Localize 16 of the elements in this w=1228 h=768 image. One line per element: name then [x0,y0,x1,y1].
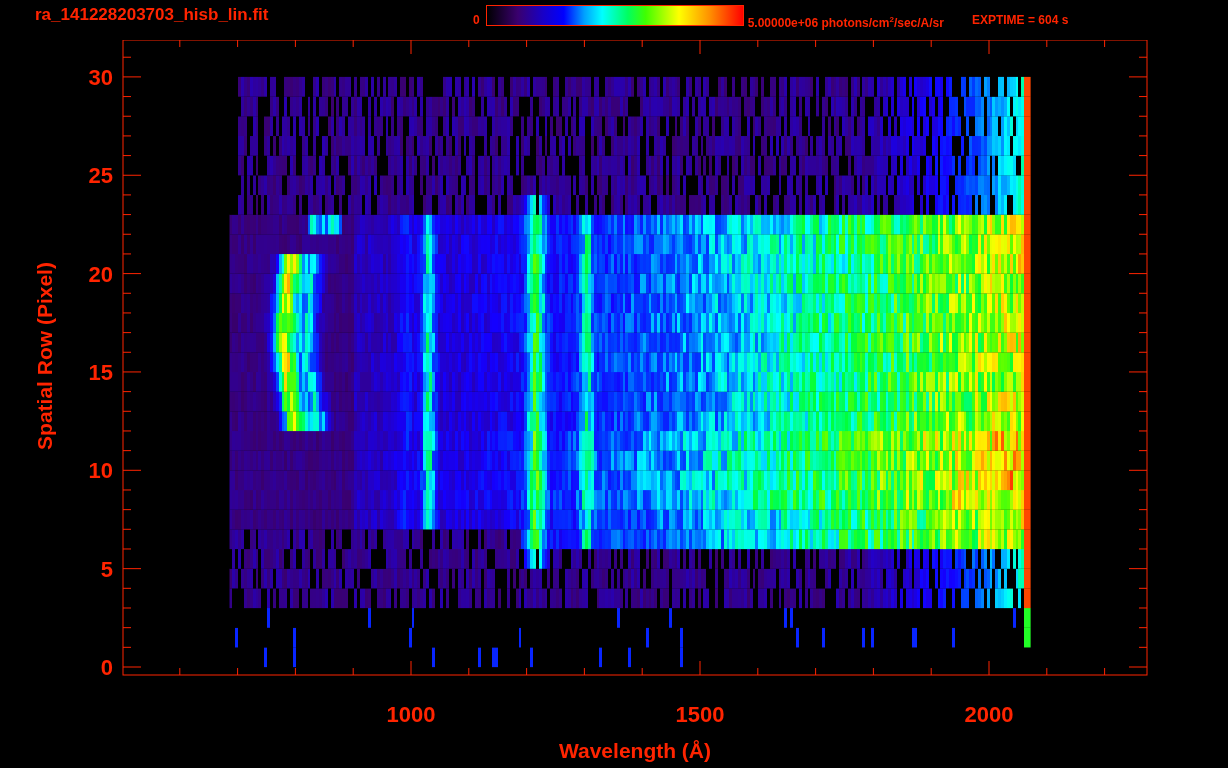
y-tick-label: 20 [88,261,113,287]
y-tick-label: 15 [88,359,113,385]
y-tick-label: 5 [100,556,113,582]
colorbar-min-label: 0 [473,12,480,28]
colorbar-max-label: 5.00000e+06 photons/cm$^{2}$/sec/A/sr [747,14,944,31]
exposure-time: EXPTIME = 604 s [971,12,1069,28]
y-tick-label: 0 [100,655,113,680]
y-tick-label: 25 [88,163,113,189]
y-tick-label: 30 [88,64,113,90]
x-tick-label: 1000 [386,702,436,727]
x-tick-label: 2000 [964,702,1014,727]
x-axis-title: Wavelength (Å) [558,739,712,762]
file-title: ra_141228203703_hisb_lin.fit [35,6,270,24]
x-tick-label: 1500 [675,702,725,727]
y-tick-label: 10 [88,458,113,484]
y-axis-title: Spatial Row (Pixel) [33,262,56,450]
